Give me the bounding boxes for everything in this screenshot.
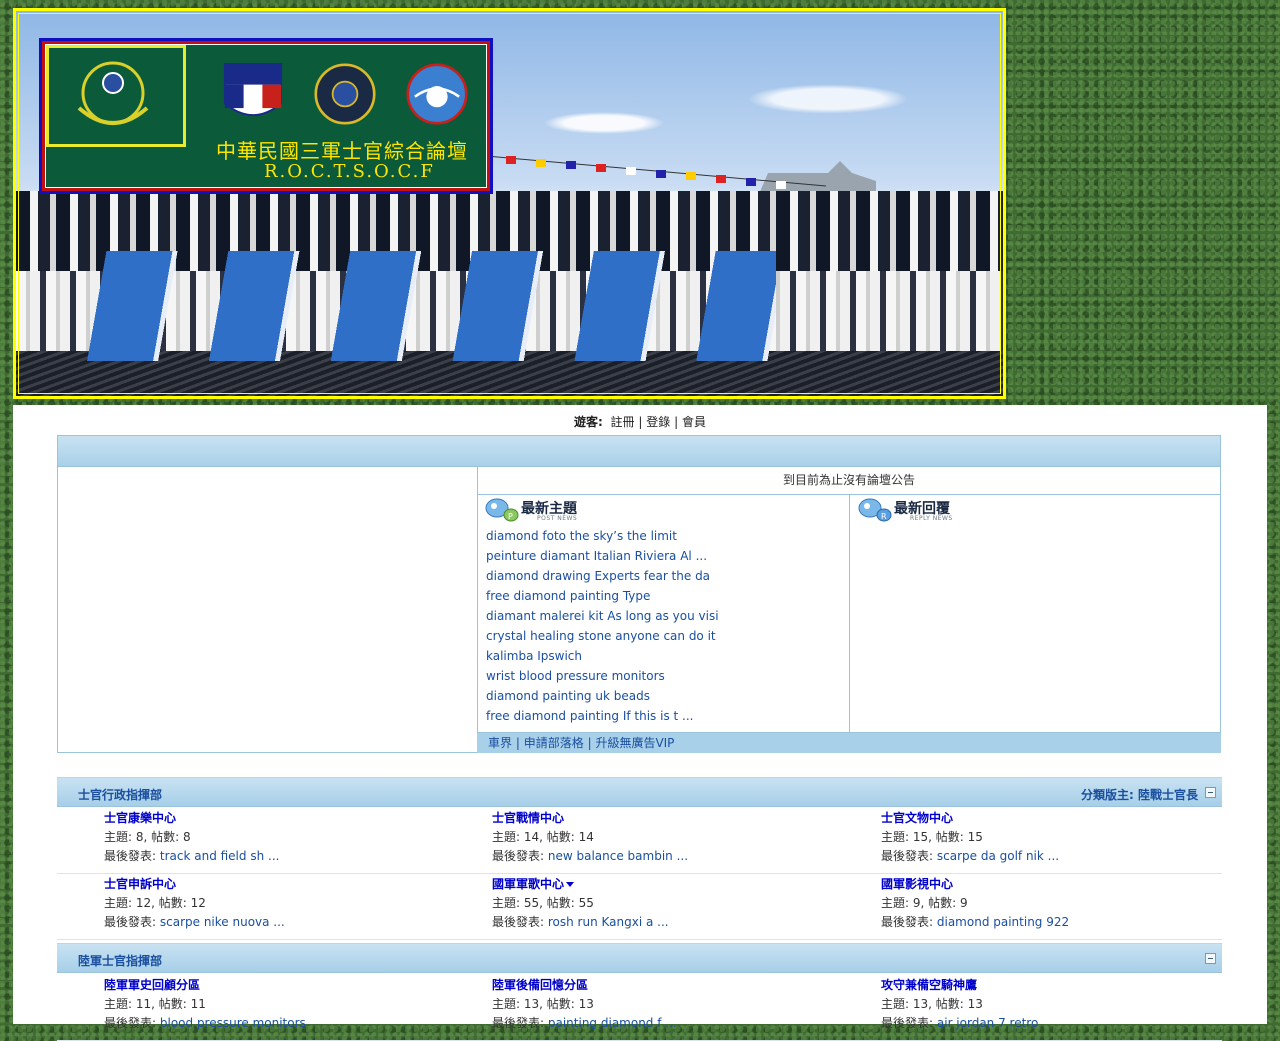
- forum-cell: 陸軍軍史回顧分區 主題: 11, 帖數: 11 最後發表: blood pres…: [104, 976, 306, 1030]
- forum-cell: 士官康樂中心 主題: 8, 帖數: 8 最後發表: track and fiel…: [104, 809, 280, 863]
- last-post-link[interactable]: blood pressure monitors: [160, 1016, 306, 1030]
- list-item[interactable]: free diamond painting Type: [486, 586, 849, 606]
- latest-topics-subtitle: POST NEWS: [537, 515, 578, 522]
- forum-cell: 士官申訴中心 主題: 12, 帖數: 12 最後發表: scarpe nike …: [104, 875, 285, 929]
- last-post-link[interactable]: rosh run Kangxi a ...: [548, 915, 669, 929]
- forum-cell: 陸軍後備回憶分區 主題: 13, 帖數: 13 最後發表: painting d…: [492, 976, 677, 1030]
- last-post-link[interactable]: new balance bambin ...: [548, 849, 688, 863]
- forum-cell: 國軍軍歌中心 主題: 55, 帖數: 55 最後發表: rosh run Kan…: [492, 875, 669, 929]
- news-area: 到目前為止沒有論壇公告 P 最新主題 POST NEWS diamond fot…: [477, 466, 1221, 753]
- announcement-header: [58, 436, 1220, 467]
- forum-name-link[interactable]: 士官戰情中心: [492, 809, 564, 828]
- latest-topics-list: diamond foto the sky’s the limit peintur…: [477, 526, 849, 726]
- army-emblem-icon: [46, 45, 186, 147]
- latest-replies-header: R 最新回覆 REPLY NEWS: [850, 494, 1221, 526]
- list-item[interactable]: diamond painting uk beads: [486, 686, 849, 706]
- list-item[interactable]: kalimba Ipswich: [486, 646, 849, 666]
- list-item[interactable]: free diamond painting If this is t ...: [486, 706, 849, 726]
- forum-stats: 主題: 9, 帖數: 9: [881, 896, 968, 910]
- reply-news-icon: R: [858, 498, 892, 522]
- list-item[interactable]: peinture diamant Italian Riviera Al ...: [486, 546, 849, 566]
- collapse-icon[interactable]: [1205, 953, 1216, 964]
- forum-stats: 主題: 11, 帖數: 11: [104, 997, 206, 1011]
- category-header-army[interactable]: 陸軍士官指揮部: [57, 943, 1222, 973]
- last-post-link[interactable]: diamond painting 922: [937, 915, 1069, 929]
- forum-stats: 主題: 12, 帖數: 12: [104, 896, 206, 910]
- forum-cell: 攻守兼備空騎神鷹 主題: 13, 帖數: 13 最後發表: air jordan…: [881, 976, 1039, 1030]
- latest-replies-subtitle: REPLY NEWS: [910, 515, 953, 522]
- last-post-link[interactable]: air jordan 7 retro: [937, 1016, 1038, 1030]
- forum-stats: 主題: 8, 帖數: 8: [104, 830, 191, 844]
- forum-name-link[interactable]: 攻守兼備空騎神鷹: [881, 976, 977, 995]
- forum-name-link[interactable]: 國軍軍歌中心: [492, 875, 564, 894]
- last-post-link[interactable]: track and field sh ...: [160, 849, 280, 863]
- register-link[interactable]: 註冊: [611, 415, 635, 429]
- site-logo: 中華民國三軍士官綜合論壇 R.O.C.T.S.O.C.F: [39, 38, 493, 194]
- last-post-link[interactable]: scarpe da golf nik ...: [937, 849, 1059, 863]
- latest-replies-panel: R 最新回覆 REPLY NEWS: [850, 494, 1221, 732]
- category-moderator: 分類版主: 陸戰士官長: [1080, 788, 1198, 802]
- forum-name-link[interactable]: 陸軍後備回憶分區: [492, 976, 588, 995]
- forum-stats: 主題: 13, 帖數: 13: [492, 997, 594, 1011]
- category-header-admin[interactable]: 士官行政指揮部 分類版主: 陸戰士官長: [57, 777, 1222, 807]
- forum-name-link[interactable]: 士官康樂中心: [104, 809, 176, 828]
- main-panel: 遊客: 註冊 | 登錄 | 會員 到目前為止沒有論壇公告 P 最新主題 POST: [13, 405, 1267, 1041]
- airforce-emblem-icon: [406, 63, 468, 125]
- logo-title: 中華民國三軍士官綜合論壇: [216, 139, 468, 163]
- apply-blog-link[interactable]: 申請部落格: [524, 736, 584, 750]
- latest-topics-header: P 最新主題 POST NEWS: [477, 494, 849, 526]
- forum-row: 陸軍軍史回顧分區 主題: 11, 帖數: 11 最後發表: blood pres…: [57, 976, 1222, 1041]
- guest-label: 遊客:: [574, 415, 603, 429]
- list-item[interactable]: crystal healing stone anyone can do it: [486, 626, 849, 646]
- forum-name-link[interactable]: 國軍影視中心: [881, 875, 953, 894]
- svg-text:P: P: [508, 512, 513, 521]
- forum-cell: 國軍影視中心 主題: 9, 帖數: 9 最後發表: diamond painti…: [881, 875, 1070, 929]
- forum-cell: 士官戰情中心 主題: 14, 帖數: 14 最後發表: new balance …: [492, 809, 689, 863]
- list-item[interactable]: diamond drawing Experts fear the da: [486, 566, 849, 586]
- category-title[interactable]: 陸軍士官指揮部: [78, 946, 162, 976]
- forum-stats: 主題: 13, 帖數: 13: [881, 997, 983, 1011]
- forum-row: 士官康樂中心 主題: 8, 帖數: 8 最後發表: track and fiel…: [57, 809, 1222, 874]
- forum-stats: 主題: 15, 帖數: 15: [881, 830, 983, 844]
- members-link[interactable]: 會員: [682, 415, 706, 429]
- upgrade-vip-link[interactable]: 升級無廣告VIP: [595, 736, 674, 750]
- latest-topics-panel: P 最新主題 POST NEWS diamond foto the sky’s …: [477, 494, 850, 732]
- last-post-link[interactable]: painting diamond f ...: [548, 1016, 677, 1030]
- forum-row: 士官申訴中心 主題: 12, 帖數: 12 最後發表: scarpe nike …: [57, 875, 1222, 940]
- collapse-icon[interactable]: [1205, 787, 1216, 798]
- login-link[interactable]: 登錄: [646, 415, 670, 429]
- list-item[interactable]: diamant malerei kit As long as you visi: [486, 606, 849, 626]
- car-world-link[interactable]: 車界: [488, 736, 512, 750]
- chevron-down-icon[interactable]: [566, 882, 575, 887]
- forum-stats: 主題: 14, 帖數: 14: [492, 830, 594, 844]
- news-footer-links: 車界 | 申請部落格 | 升級無廣告VIP: [477, 732, 1221, 753]
- site-banner: 中華民國三軍士官綜合論壇 R.O.C.T.S.O.C.F: [13, 8, 1006, 399]
- forum-notice: 到目前為止沒有論壇公告: [477, 466, 1221, 495]
- list-item[interactable]: diamond foto the sky’s the limit: [486, 526, 849, 546]
- list-item[interactable]: wrist blood pressure monitors: [486, 666, 849, 686]
- post-news-icon: P: [485, 498, 519, 522]
- guest-bar: 遊客: 註冊 | 登錄 | 會員: [574, 415, 706, 429]
- last-post-link[interactable]: scarpe nike nuova ...: [160, 915, 285, 929]
- announcement-box: 到目前為止沒有論壇公告 P 最新主題 POST NEWS diamond fot…: [57, 435, 1221, 753]
- svg-text:R: R: [881, 512, 887, 521]
- marine-emblem-icon: [223, 63, 283, 116]
- forum-stats: 主題: 55, 帖數: 55: [492, 896, 594, 910]
- category-title[interactable]: 士官行政指揮部: [78, 780, 162, 810]
- announcement-left-cell: [58, 466, 478, 753]
- logo-subtitle: R.O.C.T.S.O.C.F: [264, 161, 435, 182]
- forum-name-link[interactable]: 士官申訴中心: [104, 875, 176, 894]
- forum-name-link[interactable]: 陸軍軍史回顧分區: [104, 976, 200, 995]
- forum-name-link[interactable]: 士官文物中心: [881, 809, 953, 828]
- forum-cell: 士官文物中心 主題: 15, 帖數: 15 最後發表: scarpe da go…: [881, 809, 1060, 863]
- navy-emblem-icon: [314, 63, 376, 125]
